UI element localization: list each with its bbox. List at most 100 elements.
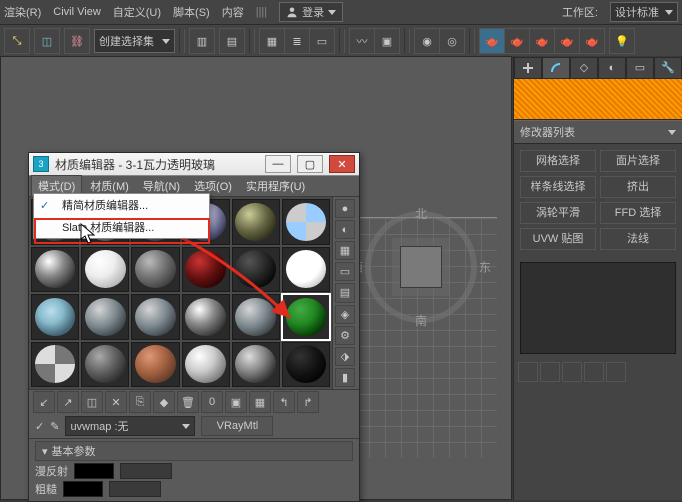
material-id[interactable]: ▮ [335, 368, 355, 387]
make-copy[interactable]: ⎘ [129, 391, 151, 413]
render-last[interactable]: 🫖 [579, 28, 605, 54]
put-to-scene[interactable]: ↗ [57, 391, 79, 413]
login-button[interactable]: 登录 [279, 2, 343, 22]
rough-swatch[interactable] [63, 481, 103, 497]
menu-item-compact-editor[interactable]: ✓ 精简材质编辑器... [34, 194, 209, 216]
modifier-stack[interactable] [520, 262, 676, 354]
material-sample-slot[interactable] [282, 247, 330, 293]
menu-civil-view[interactable]: Civil View [53, 6, 100, 18]
sample-uv[interactable]: ▭ [335, 262, 355, 281]
map-channel-dropdown[interactable]: uvwmap :无 [65, 416, 195, 436]
diffuse-swatch[interactable] [74, 463, 114, 479]
material-sample-slot[interactable] [232, 342, 280, 388]
material-browser-button[interactable]: ◎ [439, 28, 465, 54]
show-end[interactable]: ▦ [249, 391, 271, 413]
stack-config[interactable] [606, 362, 626, 382]
render-frame[interactable]: 🫖 [504, 28, 529, 54]
pick-material-icon[interactable]: ✓ [35, 420, 44, 433]
stack-remove[interactable] [584, 362, 604, 382]
scene-explorer[interactable]: ▭ [309, 28, 335, 54]
stack-unique[interactable] [562, 362, 582, 382]
material-sample-slot[interactable] [232, 247, 280, 293]
tab-display[interactable]: ▭ [626, 57, 654, 78]
viewcube-north[interactable]: 北 [415, 205, 427, 222]
menu-script[interactable]: 脚本(S) [173, 4, 210, 20]
reset-map[interactable]: ✕ [105, 391, 127, 413]
btn-patch-select[interactable]: 面片选择 [600, 150, 676, 172]
select-by-mat[interactable]: ⬗ [335, 347, 355, 366]
hint-bulb[interactable]: 💡 [609, 28, 635, 54]
object-color-swatch[interactable] [514, 79, 682, 120]
material-sample-slot[interactable] [182, 247, 230, 293]
menu-render[interactable]: 渲染(R) [4, 4, 41, 20]
viewcube-south[interactable]: 南 [415, 312, 427, 329]
layer-explorer[interactable]: ≣ [284, 28, 309, 54]
maximize-button[interactable]: ▢ [297, 155, 323, 173]
material-sample-slot[interactable] [81, 342, 129, 388]
background[interactable]: ▦ [335, 241, 355, 260]
stack-show[interactable] [540, 362, 560, 382]
material-sample-slot[interactable] [282, 342, 330, 388]
material-sample-slot[interactable] [232, 199, 280, 245]
tab-utility[interactable]: 🔧 [654, 57, 682, 78]
show-in-vp[interactable]: ▣ [225, 391, 247, 413]
btn-ffd-select[interactable]: FFD 选择 [600, 202, 676, 224]
mat-id-channel[interactable]: 0 [201, 391, 223, 413]
material-sample-slot[interactable] [131, 247, 179, 293]
material-sample-slot[interactable] [182, 294, 230, 340]
btn-extrude[interactable]: 挤出 [600, 176, 676, 198]
menu-item-slate-editor[interactable]: Slate 材质编辑器... [34, 216, 209, 238]
material-type-button[interactable]: VRayMtl [201, 416, 273, 436]
selection-set-dropdown[interactable]: 创建选择集 [94, 29, 175, 53]
viewcube-east[interactable]: 东 [479, 259, 491, 276]
make-preview[interactable]: ◈ [335, 305, 355, 324]
dialog-titlebar[interactable]: 3 材质编辑器 - 3-1瓦力透明玻璃 — ▢ ✕ [29, 153, 359, 176]
btn-turbosmooth[interactable]: 涡轮平滑 [520, 202, 596, 224]
material-sample-slot[interactable] [81, 294, 129, 340]
tab-hierarchy[interactable]: ◇ [570, 57, 598, 78]
btn-normal[interactable]: 法线 [600, 228, 676, 250]
menu-utilities[interactable]: 实用程序(U) [240, 176, 311, 196]
modifier-list-header[interactable]: 修改器列表 [514, 120, 682, 144]
tool-move[interactable]: ⤡ [4, 28, 30, 54]
stack-pin[interactable] [518, 362, 538, 382]
render-region[interactable]: 🫖 [554, 28, 579, 54]
tab-modify[interactable] [542, 57, 570, 78]
toggle-a[interactable]: ▦ [259, 28, 284, 54]
minimize-button[interactable]: — [265, 155, 291, 173]
material-sample-slot[interactable] [81, 247, 129, 293]
eyedropper-icon[interactable]: ✎ [50, 420, 59, 433]
video-check[interactable]: ▤ [335, 283, 355, 302]
mirror-button[interactable]: ▥ [189, 28, 215, 54]
material-sample-slot[interactable] [131, 342, 179, 388]
viewcube[interactable]: 北 南 东 西 [361, 207, 481, 327]
diffuse-spinner[interactable] [120, 463, 172, 479]
material-sample-slot[interactable] [282, 294, 330, 340]
tab-create[interactable] [514, 57, 542, 78]
go-sibling[interactable]: ↱ [297, 391, 319, 413]
schematic-view[interactable]: ▣ [374, 28, 400, 54]
menu-customize[interactable]: 自定义(U) [113, 4, 161, 20]
tool-scale[interactable]: ◫ [34, 28, 60, 54]
close-button[interactable]: ✕ [329, 155, 355, 173]
backlight[interactable]: ◐ [335, 220, 355, 239]
material-sample-slot[interactable] [31, 342, 79, 388]
rollout-header[interactable]: ▾基本参数 [35, 441, 353, 461]
btn-mesh-select[interactable]: 网格选择 [520, 150, 596, 172]
assign-to-sel[interactable]: ◫ [81, 391, 103, 413]
menu-content[interactable]: 内容 [222, 4, 244, 20]
options[interactable]: ⚙ [335, 326, 355, 345]
make-unique[interactable]: ◆ [153, 391, 175, 413]
render-setup[interactable]: 🫖 [479, 28, 504, 54]
btn-spline-select[interactable]: 样条线选择 [520, 176, 596, 198]
put-to-lib[interactable]: 🗑 [177, 391, 199, 413]
go-parent[interactable]: ↰ [273, 391, 295, 413]
tool-rotate[interactable]: ⛓ [64, 28, 90, 54]
get-material[interactable]: ↙ [33, 391, 55, 413]
btn-uvw-map[interactable]: UVW 贴图 [520, 228, 596, 250]
rough-spinner[interactable] [109, 481, 161, 497]
material-sample-slot[interactable] [31, 247, 79, 293]
sample-type[interactable]: ● [335, 199, 355, 218]
material-sample-slot[interactable] [282, 199, 330, 245]
material-editor-button[interactable]: ◉ [414, 28, 439, 54]
